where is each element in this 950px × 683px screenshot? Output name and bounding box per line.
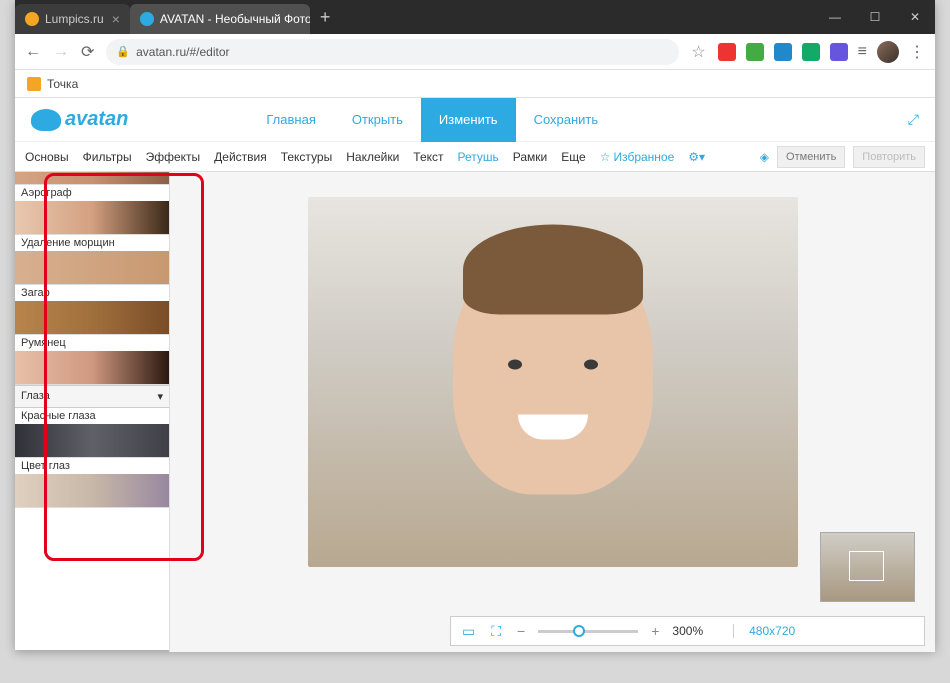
redo-button[interactable]: Повторить — [853, 146, 925, 168]
nav-edit[interactable]: Изменить — [421, 98, 516, 142]
ext-icon-3[interactable] — [774, 43, 792, 61]
logo-icon — [31, 109, 61, 131]
sidebar: Аэрограф Удаление морщин Загар Румянец Г… — [15, 172, 170, 652]
sidebar-label: Красные глаза — [15, 408, 169, 424]
minimap[interactable] — [820, 532, 915, 602]
zoom-slider[interactable] — [538, 630, 638, 633]
sidebar-thumb — [15, 301, 169, 334]
kebab-icon[interactable]: ⋮ — [909, 42, 925, 62]
dimensions: 480x720 — [733, 624, 795, 638]
window-close[interactable]: ✕ — [895, 0, 935, 34]
tab-close-icon[interactable]: × — [112, 11, 120, 27]
tab-title: Lumpics.ru — [45, 12, 104, 26]
logo[interactable]: avatan — [31, 108, 128, 131]
tool-stickers[interactable]: Наклейки — [346, 150, 399, 164]
reload-button[interactable]: ⟳ — [81, 42, 94, 62]
tab-favicon — [140, 12, 154, 26]
app-header: avatan Главная Открыть Изменить Сохранит… — [15, 98, 935, 142]
bookmark-icon — [27, 77, 41, 91]
tab-title: AVATAN - Необычный Фоторед — [160, 12, 310, 26]
sidebar-label: Аэрограф — [15, 185, 169, 201]
bookmarks-bar: Точка — [15, 70, 935, 98]
slider-thumb[interactable] — [573, 625, 585, 637]
ext-icon-5[interactable] — [830, 43, 848, 61]
url-text: avatan.ru/#/editor — [136, 45, 229, 59]
sidebar-section-eyes[interactable]: Глаза ▾ — [15, 385, 169, 408]
sidebar-item-eyecolor[interactable]: Цвет глаз — [15, 458, 169, 508]
nav-save[interactable]: Сохранить — [516, 98, 617, 142]
ext-icon-2[interactable] — [746, 43, 764, 61]
zoom-value: 300% — [672, 624, 703, 638]
zoom-bar: ▭ ⛶ − + 300% 480x720 — [450, 616, 925, 646]
sidebar-thumb — [15, 251, 169, 284]
tool-favorites[interactable]: ☆ Избранное — [600, 150, 675, 164]
browser-titlebar: Lumpics.ru × AVATAN - Необычный Фоторед … — [15, 0, 935, 34]
back-button[interactable]: ← — [25, 43, 41, 61]
url-input[interactable]: 🔒 avatan.ru/#/editor — [106, 39, 679, 65]
menu-icon[interactable]: ≡ — [858, 43, 867, 61]
canvas-image[interactable] — [308, 197, 798, 567]
sidebar-item-airbrush[interactable]: Аэрограф — [15, 185, 169, 235]
tool-text[interactable]: Текст — [413, 150, 443, 164]
nav-open[interactable]: Открыть — [334, 98, 421, 142]
lock-icon: 🔒 — [116, 45, 130, 58]
fullscreen-icon[interactable]: ⛶ — [488, 623, 504, 640]
minimap-viewport[interactable] — [849, 551, 884, 581]
sidebar-thumb — [15, 351, 169, 384]
zoom-out-button[interactable]: − — [514, 623, 528, 639]
tool-filters[interactable]: Фильтры — [83, 150, 132, 164]
sidebar-item-tan[interactable]: Загар — [15, 285, 169, 335]
tab-avatan[interactable]: AVATAN - Необычный Фоторед × — [130, 4, 310, 34]
sidebar-item[interactable] — [15, 172, 169, 185]
sidebar-label: Удаление морщин — [15, 235, 169, 251]
sidebar-label: Румянец — [15, 335, 169, 351]
main-area: Аэрограф Удаление морщин Загар Румянец Г… — [15, 172, 935, 652]
sidebar-item-wrinkles[interactable]: Удаление морщин — [15, 235, 169, 285]
bookmark-item[interactable]: Точка — [47, 77, 78, 91]
tool-basics[interactable]: Основы — [25, 150, 69, 164]
profile-avatar[interactable] — [877, 41, 899, 63]
fit-icon[interactable]: ▭ — [459, 623, 478, 640]
sidebar-item-redeye[interactable]: Красные глаза — [15, 408, 169, 458]
face-placeholder — [453, 245, 653, 495]
zoom-in-button[interactable]: + — [648, 623, 662, 639]
chevron-down-icon: ▾ — [157, 390, 163, 403]
nav-home[interactable]: Главная — [248, 98, 333, 142]
sidebar-label: Цвет глаз — [15, 458, 169, 474]
tool-textures[interactable]: Текстуры — [281, 150, 333, 164]
tool-more[interactable]: Еще — [561, 150, 585, 164]
ext-icon-4[interactable] — [802, 43, 820, 61]
window-minimize[interactable]: — — [815, 0, 855, 34]
logo-text: avatan — [65, 108, 128, 131]
tool-frames[interactable]: Рамки — [513, 150, 547, 164]
toolbar: Основы Фильтры Эффекты Действия Текстуры… — [15, 142, 935, 172]
star-icon: ☆ — [600, 150, 611, 164]
sidebar-label: Загар — [15, 285, 169, 301]
tab-favicon — [25, 12, 39, 26]
tool-actions[interactable]: Действия — [214, 150, 267, 164]
window-maximize[interactable]: ☐ — [855, 0, 895, 34]
sidebar-item-blush[interactable]: Румянец — [15, 335, 169, 385]
extensions: ≡ ⋮ — [718, 41, 925, 63]
address-bar: ← → ⟳ 🔒 avatan.ru/#/editor ☆ ≡ ⋮ — [15, 34, 935, 70]
sidebar-thumb — [15, 201, 169, 234]
layers-icon[interactable]: ◈ — [760, 150, 769, 164]
forward-button[interactable]: → — [53, 43, 69, 61]
gear-icon[interactable]: ⚙▾ — [688, 150, 705, 164]
new-tab-button[interactable]: + — [310, 7, 341, 28]
expand-icon[interactable]: ⤢ — [908, 111, 919, 128]
sidebar-thumb — [15, 424, 169, 457]
tool-effects[interactable]: Эффекты — [146, 150, 201, 164]
tab-lumpics[interactable]: Lumpics.ru × — [15, 4, 130, 34]
undo-button[interactable]: Отменить — [777, 146, 845, 168]
star-icon[interactable]: ☆ — [691, 42, 705, 62]
ext-icon-1[interactable] — [718, 43, 736, 61]
tool-retouch[interactable]: Ретушь — [458, 150, 499, 164]
sidebar-thumb — [15, 474, 169, 507]
canvas-area[interactable]: ▭ ⛶ − + 300% 480x720 — [170, 172, 935, 652]
